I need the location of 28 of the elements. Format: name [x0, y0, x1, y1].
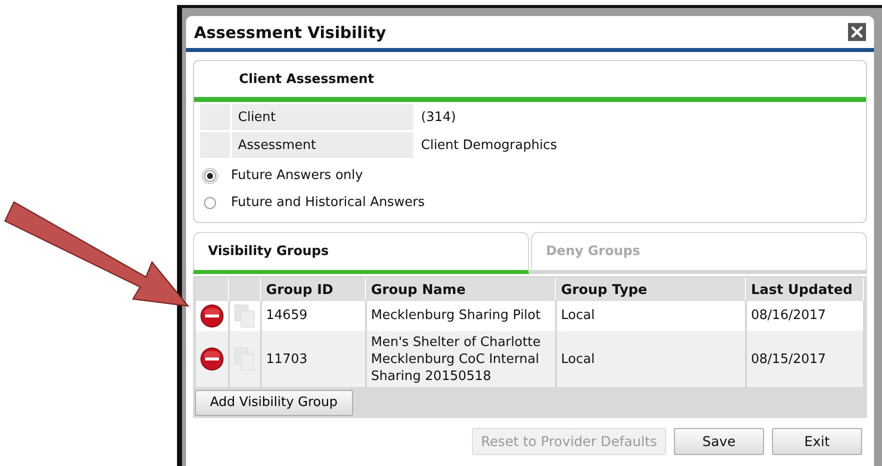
- table-cell: Men's Shelter of Charlotte Mecklenburg CoC Internal Sharing 20150518: [367, 331, 556, 387]
- add-visibility-group-button[interactable]: Add Visibility Group: [195, 390, 352, 416]
- table-cell: Local: [557, 331, 746, 387]
- delete-icon[interactable]: [200, 304, 224, 328]
- radio-label: Future Answers only: [231, 168, 363, 183]
- field-label: Assessment: [232, 132, 413, 158]
- table-cell: Mecklenburg Sharing Pilot: [367, 301, 556, 331]
- column-header: Group ID: [262, 278, 366, 301]
- dialog-title: Assessment Visibility: [194, 22, 386, 42]
- radio-button[interactable]: [204, 170, 216, 182]
- field-value: (314): [421, 108, 456, 126]
- close-icon[interactable]: [848, 23, 866, 41]
- table-cell: 14659: [262, 301, 366, 331]
- exit-button[interactable]: Exit: [772, 428, 862, 455]
- table-cell: 11703: [262, 331, 366, 387]
- radio-label: Future and Historical Answers: [231, 195, 425, 210]
- column-header: Group Type: [557, 278, 746, 301]
- table-cell: 08/15/2017: [747, 331, 864, 387]
- table-cell: Local: [557, 301, 746, 331]
- field-value: Client Demographics: [421, 136, 557, 154]
- column-header: Group Name: [367, 278, 556, 301]
- save-button[interactable]: Save: [674, 428, 764, 455]
- column-header: Last Updated: [747, 278, 864, 301]
- field-label: Client: [232, 104, 413, 130]
- tab[interactable]: Visibility Groups: [193, 232, 529, 274]
- radio-button[interactable]: [204, 196, 216, 208]
- table-cell: 08/16/2017: [747, 301, 864, 331]
- delete-icon[interactable]: [200, 347, 224, 371]
